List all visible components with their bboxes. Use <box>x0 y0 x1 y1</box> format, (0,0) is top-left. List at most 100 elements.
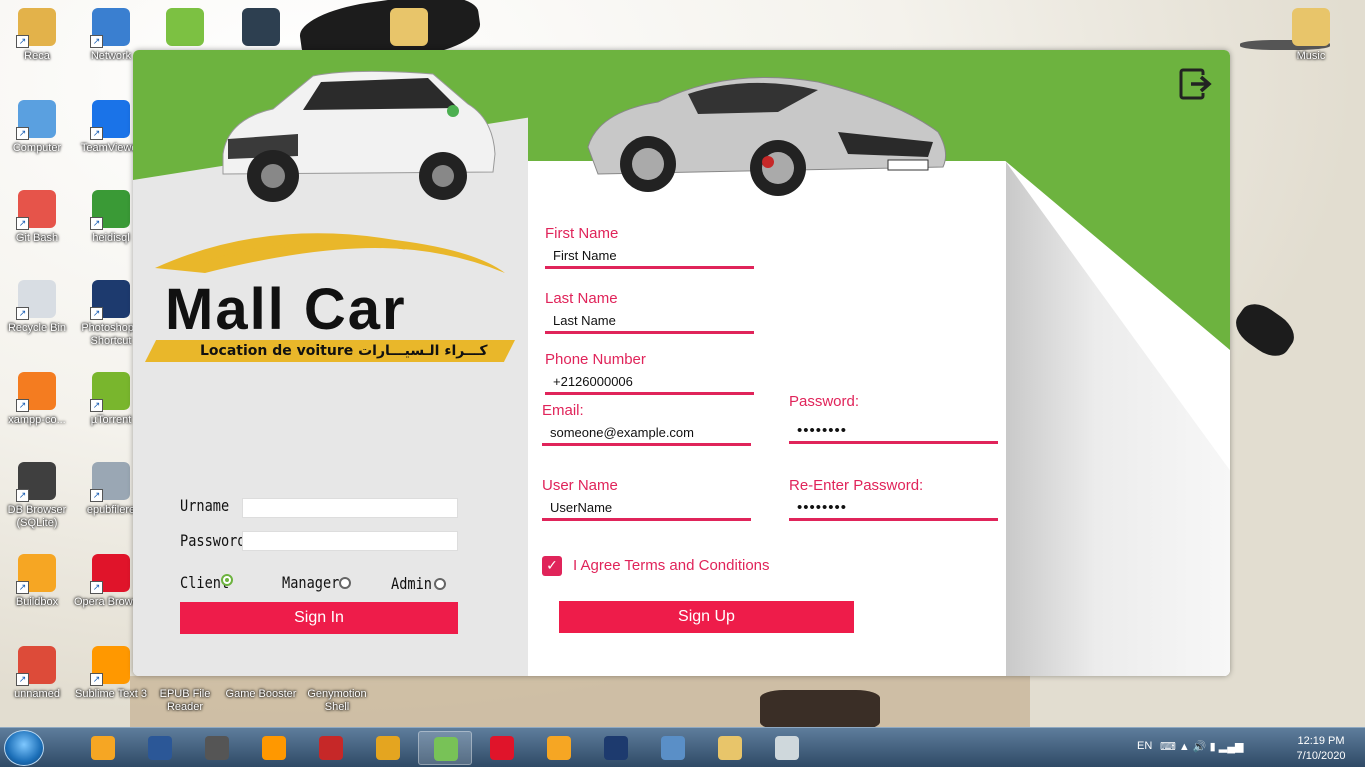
taskbar-file-explorer-button[interactable] <box>703 731 757 765</box>
first-name-field[interactable]: First Name <box>545 247 754 269</box>
username-label: Urname <box>180 496 230 515</box>
image-viewer-icon <box>661 736 685 760</box>
desktop-icon[interactable]: ↗ Buildbox <box>0 554 74 609</box>
file-explorer-icon <box>718 736 742 760</box>
genymotion-icon[interactable]: Genymotion Shell <box>300 688 374 714</box>
taskbar-photoshop-button[interactable] <box>589 731 643 765</box>
folder-icon <box>390 8 428 46</box>
exit-icon[interactable] <box>1179 67 1213 101</box>
user-name-field[interactable]: UserName <box>542 499 751 521</box>
desktop-icon-label: Sublime Text 3 <box>75 688 147 700</box>
android-studio-icon <box>434 737 458 761</box>
epub-file-reader-icon[interactable]: EPUB File Reader <box>148 688 222 714</box>
sublime-icon <box>262 736 286 760</box>
taskbar-word-button[interactable] <box>133 731 187 765</box>
taskbar-buildbox-button[interactable] <box>532 731 586 765</box>
desktop-icon[interactable]: ↗ DB Browser (SQLite) <box>0 462 74 530</box>
desktop-icon[interactable]: ↗ unnamed <box>0 646 74 701</box>
user-name-label: User Name <box>542 477 618 494</box>
shortcut-arrow-icon: ↗ <box>90 35 103 48</box>
mall-car-logo: Mall Car Location de voiture كـــراء الـ… <box>145 228 515 368</box>
clock[interactable]: 12:19 PM 7/10/2020 <box>1292 734 1350 767</box>
first-name-label: First Name <box>545 225 619 242</box>
taskbar-sublime-button[interactable] <box>247 731 301 765</box>
email-label: Email: <box>542 402 584 419</box>
desktop-icon-label: Recycle Bin <box>7 322 67 334</box>
utorrent-icon: ↗ <box>90 372 130 412</box>
sports-car-image <box>587 77 947 196</box>
desktop-icon-label: DB Browser (SQLite) <box>7 504 67 529</box>
password-field[interactable]: •••••••• <box>789 422 998 444</box>
desktop-icon-label: Git Bash <box>15 232 59 244</box>
phone-number-field[interactable]: +2126000006 <box>545 373 754 395</box>
shortcut-arrow-icon: ↗ <box>16 35 29 48</box>
password-input[interactable] <box>242 531 458 551</box>
taskbar-ccleaner-button[interactable] <box>361 731 415 765</box>
taskbar-image-viewer-button[interactable] <box>646 731 700 765</box>
agree-checkbox[interactable]: ✓ <box>542 556 562 576</box>
shortcut-arrow-icon: ↗ <box>90 307 103 320</box>
sign-up-button[interactable]: Sign Up <box>559 601 854 633</box>
epub-reader-icon: ↗ <box>90 462 130 502</box>
taskbar-buildbox-button[interactable] <box>76 731 130 765</box>
desktop-icon-label: EPUB File Reader <box>159 688 211 713</box>
desktop-icon-label: Computer <box>12 142 62 154</box>
shortcut-arrow-icon: ↗ <box>90 217 103 230</box>
taskbar-desktop-app-button[interactable] <box>760 731 814 765</box>
username-input[interactable] <box>242 498 458 518</box>
password-label: Password <box>180 531 246 550</box>
shortcut-arrow-icon: ↗ <box>90 581 103 594</box>
signup-panel: First Name First Name Last Name Last Nam… <box>528 50 1230 676</box>
clock-date: 7/10/2020 <box>1296 750 1346 762</box>
shortcut-arrow-icon: ↗ <box>16 581 29 594</box>
user-folder-icon: ↗ <box>16 8 56 48</box>
buildbox-icon: ↗ <box>16 554 56 594</box>
login-panel: Mall Car Location de voiture كـــراء الـ… <box>133 50 528 676</box>
desktop-icon[interactable]: ↗ Git Bash <box>0 190 74 245</box>
last-name-field[interactable]: Last Name <box>545 312 754 334</box>
mall-car-window: Mall Car Location de voiture كـــراء الـ… <box>133 50 1230 676</box>
shortcut-arrow-icon: ↗ <box>16 399 29 412</box>
321-player-icon <box>319 736 343 760</box>
start-button[interactable] <box>4 730 44 766</box>
desktop-icon[interactable]: ↗ Reca <box>0 8 74 63</box>
shortcut-arrow-icon: ↗ <box>16 217 29 230</box>
re-enter-password-field[interactable]: •••••••• <box>789 499 998 521</box>
game-booster-icon[interactable]: Game Booster <box>224 688 298 701</box>
brand-name: Mall Car <box>165 277 407 342</box>
xampp-icon: ↗ <box>16 372 56 412</box>
language-indicator[interactable]: EN <box>1137 740 1152 767</box>
buildbox-icon <box>547 736 571 760</box>
taskbar-device-manager-button[interactable] <box>190 731 244 765</box>
desktop-icon-label: Reca <box>24 50 50 62</box>
suv-car-image <box>222 70 496 202</box>
role-admin-radio[interactable] <box>434 578 446 590</box>
tray-icons[interactable]: ⌨ ▲ 🔊 ▮ ▂▄▆ <box>1160 740 1270 767</box>
last-name-label: Last Name <box>545 290 618 307</box>
folder-icon[interactable] <box>372 8 446 50</box>
desktop-icon[interactable]: ↗ Recycle Bin <box>0 280 74 335</box>
brand-tagline: Location de voiture كـــراء الـسيـــارات <box>200 343 488 359</box>
buildbox-icon <box>91 736 115 760</box>
clock-time: 12:19 PM <box>1297 735 1345 747</box>
shortcut-arrow-icon: ↗ <box>16 489 29 502</box>
filmora-icon[interactable] <box>224 8 298 50</box>
password-label-signup: Password: <box>789 393 860 410</box>
desktop-icon[interactable]: ↗ Computer <box>0 100 74 155</box>
shortcut-arrow-icon: ↗ <box>90 399 103 412</box>
music-folder-icon[interactable]: Music <box>1274 8 1348 63</box>
desktop-icon-label: unnamed <box>14 688 60 700</box>
role-client-radio[interactable] <box>221 574 233 586</box>
desktop-icon[interactable]: ↗ xampp-co... <box>0 372 74 427</box>
role-manager-radio[interactable] <box>339 577 351 589</box>
taskbar-opera-button[interactable] <box>475 731 529 765</box>
email-field[interactable]: someone@example.com <box>542 424 751 446</box>
word-icon <box>148 736 172 760</box>
taskbar-android-studio-button[interactable] <box>418 731 472 765</box>
add-green-icon[interactable] <box>148 8 222 50</box>
shortcut-arrow-icon: ↗ <box>16 307 29 320</box>
computer-icon: ↗ <box>16 100 56 140</box>
taskbar-321-player-button[interactable] <box>304 731 358 765</box>
sign-in-button[interactable]: Sign In <box>180 602 458 634</box>
shortcut-arrow-icon: ↗ <box>16 127 29 140</box>
